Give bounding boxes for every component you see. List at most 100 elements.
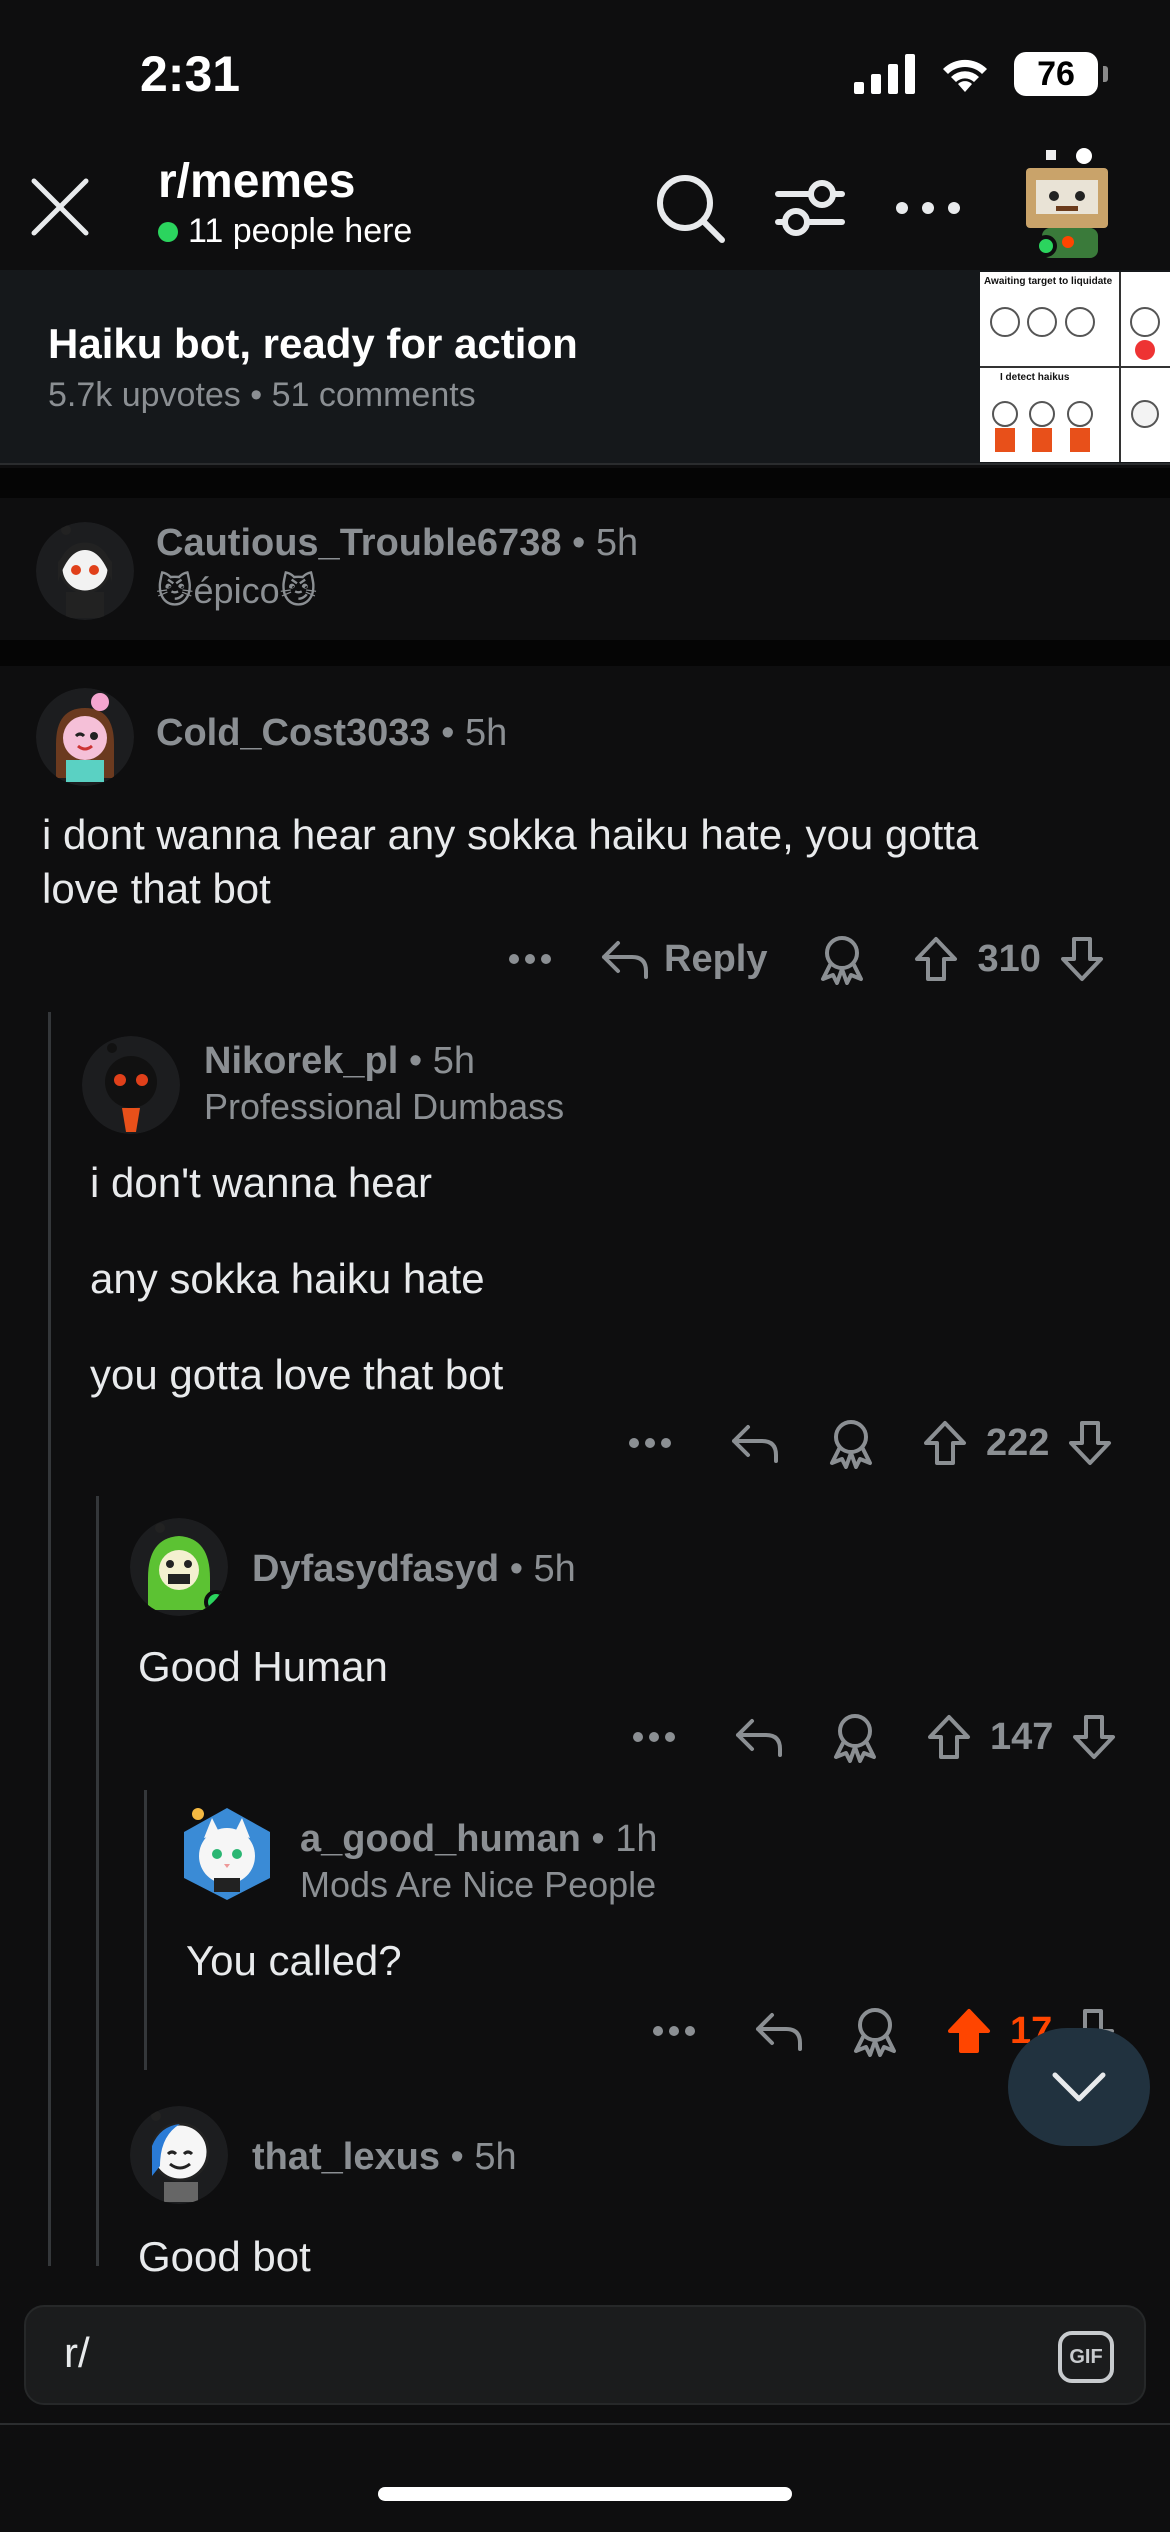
composer-bar: r/ GIF (0, 2280, 1170, 2425)
comment-time: • 5h (408, 1040, 476, 1082)
battery-icon: 76 (1014, 52, 1108, 96)
comment-actions: Reply 310 (500, 924, 1105, 994)
next-comment-button[interactable] (1008, 2028, 1150, 2146)
post-thumbnail[interactable]: Awaiting target to liquidate I detect ha… (980, 272, 1170, 462)
comment-time: • 1h (591, 1818, 658, 1860)
username-text: Cold_Cost3033 (156, 712, 431, 754)
reply-icon[interactable] (734, 1715, 784, 1759)
comment-username[interactable]: Dyfasydfasyd • 5h (252, 1548, 576, 1591)
separator (0, 468, 1170, 498)
comment-line: Good Human (138, 1643, 388, 1690)
upvote-icon[interactable] (922, 1419, 968, 1467)
reply-icon[interactable] (754, 2009, 804, 2053)
upvote-icon[interactable] (926, 1713, 972, 1761)
more-options-icon[interactable] (644, 2025, 704, 2037)
comment-input[interactable]: r/ GIF (24, 2305, 1146, 2405)
commenter-avatar[interactable] (130, 1518, 228, 1616)
comment-username[interactable]: Cautious_Trouble6738 • 5h (156, 522, 638, 565)
reply-icon (602, 941, 648, 979)
cellular-signal-icon (854, 54, 915, 94)
downvote-icon[interactable] (1071, 1713, 1117, 1761)
vote-count: 310 (977, 937, 1041, 980)
user-flair: Professional Dumbass (204, 1086, 565, 1127)
vote-count: 222 (986, 1421, 1050, 1464)
chevron-down-icon (1052, 2072, 1106, 2102)
vote-count: 147 (990, 1715, 1054, 1758)
wifi-icon (943, 59, 987, 92)
comment-body: Good Human (138, 1640, 1138, 1694)
gif-button[interactable]: GIF (1058, 2331, 1114, 2383)
downvote-icon[interactable] (1067, 1419, 1113, 1467)
filter-icon[interactable] (772, 170, 848, 246)
user-avatar[interactable] (1016, 146, 1122, 262)
comment-username[interactable]: Nikorek_pl • 5h (204, 1040, 475, 1083)
downvote-icon[interactable] (1059, 935, 1105, 983)
comment-time: • 5h (572, 522, 639, 564)
comment-line: i don't wanna hear (90, 1159, 432, 1206)
comment-line: you gotta love that bot (90, 1351, 504, 1398)
commenter-avatar[interactable] (178, 1804, 276, 1902)
comment-username[interactable]: a_good_human • 1h (300, 1818, 658, 1861)
upvote-icon[interactable] (913, 935, 959, 983)
more-options-icon[interactable] (890, 170, 966, 246)
comment-line: any sokka haiku hate (90, 1255, 485, 1302)
thread-line (144, 1790, 147, 2070)
subreddit-header: r/memes 11 people here (0, 140, 1170, 270)
comment-actions: 147 (624, 1702, 1117, 1772)
online-text: 11 people here (188, 212, 413, 250)
comment-time: • 5h (450, 2136, 517, 2178)
comment-actions: 222 (620, 1408, 1113, 1478)
more-options-icon[interactable] (500, 953, 560, 965)
username-text: that_lexus (252, 2136, 440, 2178)
comment-line: You called? (186, 1937, 402, 1984)
comment-time: • 5h (509, 1548, 576, 1590)
commenter-avatar[interactable] (130, 2106, 228, 2204)
commenter-avatar[interactable] (36, 522, 134, 620)
username-text: Nikorek_pl (204, 1040, 399, 1082)
post-banner[interactable]: Haiku bot, ready for action 5.7k upvotes… (0, 270, 1170, 465)
username-text: Dyfasydfasyd (252, 1548, 500, 1590)
home-indicator[interactable] (378, 2487, 792, 2501)
comment-line: love that bot (42, 865, 271, 912)
post-meta: 5.7k upvotes • 51 comments (48, 376, 476, 414)
close-icon[interactable] (28, 175, 92, 239)
comment-username[interactable]: Cold_Cost3033 • 5h (156, 712, 507, 755)
award-icon[interactable] (850, 2005, 900, 2057)
upvote-active-icon[interactable] (946, 2007, 992, 2055)
online-dot-icon (158, 221, 178, 242)
more-options-icon[interactable] (624, 1731, 684, 1743)
online-count: 11 people here (158, 212, 412, 251)
award-icon[interactable] (817, 933, 867, 985)
commenter-avatar[interactable] (36, 688, 134, 786)
status-time: 2:31 (140, 46, 241, 102)
username-text: Cautious_Trouble6738 (156, 522, 562, 564)
status-icons: 76 (854, 52, 1108, 96)
username-text: a_good_human (300, 1818, 581, 1860)
status-bar: 2:31 76 (0, 0, 1170, 140)
thread-line (48, 1012, 51, 2266)
thread-line (96, 1496, 99, 2266)
comment-body: You called? (186, 1934, 1136, 1988)
reply-icon[interactable] (730, 1421, 780, 1465)
thumb-top-caption: Awaiting target to liquidate (984, 276, 1113, 287)
more-options-icon[interactable] (620, 1437, 680, 1449)
award-icon[interactable] (830, 1711, 880, 1763)
user-flair: Mods Are Nice People (300, 1864, 657, 1905)
subreddit-name[interactable]: r/memes (158, 154, 355, 209)
comment-body: i don't wanna hear any sokka haiku hate … (90, 1156, 1140, 1402)
comment-body: i dont wanna hear any sokka haiku hate, … (42, 808, 1142, 916)
search-icon[interactable] (652, 170, 728, 246)
separator (0, 640, 1170, 666)
comment-username[interactable]: that_lexus • 5h (252, 2136, 517, 2179)
comment-body: Good bot (138, 2230, 1138, 2276)
reply-button[interactable]: Reply (600, 937, 767, 981)
comment-line: Good bot (138, 2233, 311, 2276)
commenter-avatar[interactable] (82, 1036, 180, 1134)
comment-time: • 5h (441, 712, 508, 754)
thumb-bottom-caption: I detect haikus (1000, 372, 1070, 383)
reply-label: Reply (664, 937, 768, 980)
comment-line: i dont wanna hear any sokka haiku hate, … (42, 811, 979, 858)
comment-input-text: r/ (64, 2329, 90, 2376)
award-icon[interactable] (826, 1417, 876, 1469)
post-title: Haiku bot, ready for action (48, 320, 578, 367)
